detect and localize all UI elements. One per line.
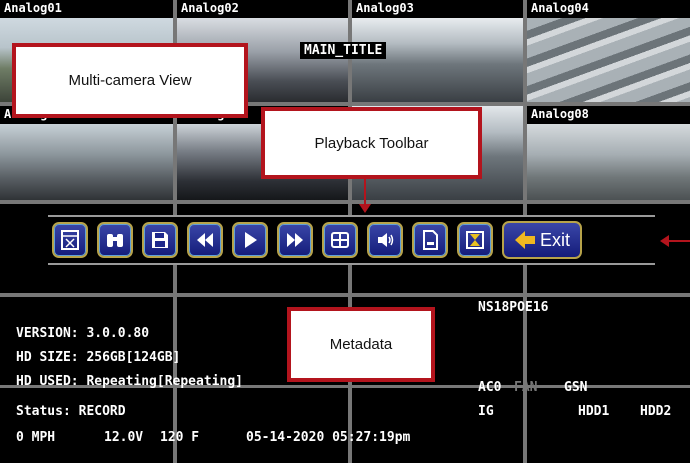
toolbar-pointer-arrow <box>364 179 366 207</box>
exit-button[interactable]: Exit <box>502 221 582 259</box>
save-icon <box>152 232 168 248</box>
temperature-text: 120 F <box>160 430 200 445</box>
search-button[interactable] <box>97 222 133 258</box>
main-title-overlay: MAIN_TITLE <box>300 42 387 59</box>
camera-feed <box>0 124 173 200</box>
camera-label: Analog03 <box>356 1 414 15</box>
camera-label: Analog02 <box>181 1 239 15</box>
document-icon <box>423 230 438 250</box>
playback-toolbar-callout: Playback Toolbar <box>261 107 482 179</box>
fast-forward-button[interactable] <box>277 222 313 258</box>
camera-label: Analog08 <box>531 107 589 121</box>
fan-indicator: FAN <box>514 380 538 395</box>
zoom-button[interactable] <box>457 222 493 258</box>
clip-icon <box>61 230 79 250</box>
split-view-button[interactable] <box>322 222 358 258</box>
speed-text: 0 MPH <box>16 430 56 445</box>
camera-tile-5[interactable]: Analog05 <box>0 106 173 200</box>
callout-label: Playback Toolbar <box>314 134 429 152</box>
hd-used-text: HD USED: Repeating[Repeating] <box>16 374 243 389</box>
camera-label: Analog01 <box>4 1 62 15</box>
exit-pointer-arrowhead <box>660 235 669 247</box>
multi-camera-view-callout: Multi-camera View <box>12 43 248 118</box>
hdd1-indicator: HDD1 <box>578 404 610 419</box>
device-name: NS18POE16 <box>478 300 549 315</box>
grid-divider <box>0 293 690 297</box>
camera-feed <box>527 18 690 102</box>
callout-label: Metadata <box>329 336 393 353</box>
volume-icon <box>378 233 394 247</box>
grid-divider <box>0 200 690 204</box>
camera-tile-8[interactable]: Analog08 <box>527 106 690 200</box>
play-icon <box>245 232 257 248</box>
rewind-icon <box>197 233 213 247</box>
datetime-text: 05-14-2020 05:27:19pm <box>246 430 411 445</box>
zoom-icon <box>466 231 484 249</box>
playback-toolbar: Exit <box>48 215 655 265</box>
search-binoculars-icon <box>107 234 123 247</box>
camera-tile-4[interactable]: Analog04 <box>527 0 690 102</box>
fast-forward-icon <box>287 233 303 247</box>
toolbar-pointer-arrowhead <box>359 204 371 213</box>
callout-label: Multi-camera View <box>68 72 192 89</box>
document-button[interactable] <box>412 222 448 258</box>
gsn-indicator: GSN <box>564 380 588 395</box>
clip-button[interactable] <box>52 222 88 258</box>
rewind-button[interactable] <box>187 222 223 258</box>
status-text: Status: RECORD <box>16 404 126 419</box>
ac0-indicator: AC0 <box>478 380 502 395</box>
exit-pointer-arrow <box>668 240 690 242</box>
ig-indicator: IG <box>478 404 494 419</box>
camera-label: Analog04 <box>531 1 589 15</box>
hdd2-indicator: HDD2 <box>640 404 672 419</box>
voltage-text: 12.0V <box>104 430 144 445</box>
play-button[interactable] <box>232 222 268 258</box>
arrow-left-icon <box>514 231 535 249</box>
hd-size-text: HD SIZE: 256GB[124GB] <box>16 350 181 365</box>
version-text: VERSION: 3.0.0.80 <box>16 326 150 341</box>
exit-label: Exit <box>539 229 570 250</box>
volume-button[interactable] <box>367 222 403 258</box>
split-view-icon <box>331 232 349 248</box>
metadata-callout: Metadata <box>287 307 435 382</box>
camera-feed <box>352 18 523 102</box>
camera-feed <box>527 124 690 200</box>
save-button[interactable] <box>142 222 178 258</box>
